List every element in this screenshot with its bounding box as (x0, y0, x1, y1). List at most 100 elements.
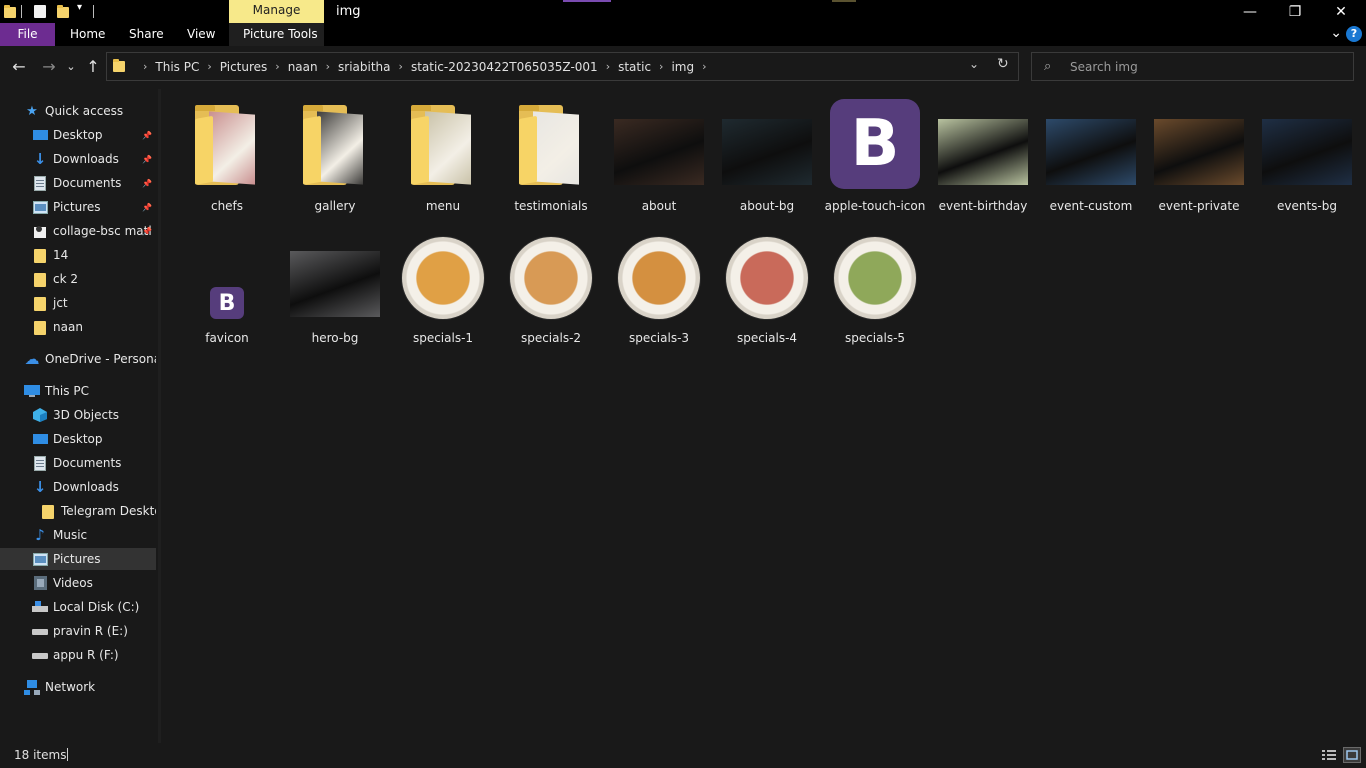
nav-network[interactable]: Network (0, 676, 156, 698)
forward-arrow-icon[interactable]: → (40, 56, 58, 78)
file-item[interactable]: menu (391, 95, 495, 221)
minimize-button[interactable]: — (1227, 0, 1273, 23)
pictures-icon (32, 199, 48, 215)
breadcrumb-item[interactable]: static-20230422T065035Z-001 (405, 60, 604, 74)
breadcrumb-item[interactable]: This PC (149, 60, 205, 74)
breadcrumb-item[interactable]: naan (282, 60, 324, 74)
large-icons-view-icon[interactable] (1343, 747, 1361, 763)
nav-qa-item[interactable]: 14 (0, 244, 156, 266)
file-item[interactable]: events-bg (1255, 95, 1359, 221)
nav-label: Pictures (53, 200, 101, 214)
pin-icon: 📌 (142, 202, 152, 212)
breadcrumb-separator-icon[interactable]: › (397, 60, 405, 73)
nav-qa-item[interactable]: ck 2 (0, 268, 156, 290)
file-item[interactable]: Bfavicon (175, 227, 279, 353)
details-view-icon[interactable] (1320, 747, 1338, 763)
file-item[interactable]: event-birthday (931, 95, 1035, 221)
breadcrumb-separator-icon[interactable]: › (324, 60, 332, 73)
nav-pc-item[interactable]: ↓ Downloads (0, 476, 156, 498)
close-button[interactable]: ✕ (1318, 0, 1364, 23)
file-item[interactable]: specials-3 (607, 227, 711, 353)
breadcrumb-separator-icon[interactable]: › (139, 60, 149, 73)
nav-label: Local Disk (C:) (53, 600, 140, 614)
nav-pc-item[interactable]: pravin R (E:) (0, 620, 156, 642)
nav-pc-item[interactable]: Pictures (0, 548, 156, 570)
file-view: chefs gallery menu testimonials about about-b… (161, 89, 1366, 743)
file-item[interactable]: specials-5 (823, 227, 927, 353)
nav-pc-item[interactable]: Local Disk (C:) (0, 596, 156, 618)
nav-pc-item[interactable]: Telegram Desktop (0, 500, 156, 522)
tab-view[interactable]: View (187, 23, 215, 46)
file-item[interactable]: about-bg (715, 95, 819, 221)
tab-picture-tools[interactable]: Picture Tools (243, 23, 318, 46)
nav-this-pc[interactable]: This PC (0, 380, 156, 402)
qat-separator (93, 5, 94, 18)
expand-ribbon-icon[interactable]: ⌄ (1330, 25, 1342, 41)
breadcrumb-separator-icon[interactable]: › (700, 60, 708, 73)
breadcrumb-item[interactable]: Pictures (214, 60, 274, 74)
back-arrow-icon[interactable]: ← (10, 56, 28, 78)
tab-file[interactable]: File (0, 23, 55, 46)
manage-tab[interactable]: Manage (229, 0, 324, 23)
nav-pc-item[interactable]: appu R (F:) (0, 644, 156, 666)
accent-mark (832, 0, 856, 2)
file-name: menu (425, 199, 461, 213)
nav-pc-item[interactable]: Documents (0, 452, 156, 474)
nav-onedrive[interactable]: ☁ OneDrive - Personal (0, 348, 157, 370)
folder-icon (32, 319, 48, 335)
nav-quick-access[interactable]: ★ Quick access (0, 100, 156, 122)
file-item[interactable]: specials-1 (391, 227, 495, 353)
folder-thumbnail-icon (180, 99, 274, 193)
customize-qat-icon[interactable]: ▾ (77, 2, 82, 19)
status-bar: 18 items (0, 743, 1366, 768)
nav-qa-item[interactable]: naan (0, 316, 156, 338)
nav-qa-item[interactable]: collage-bsc matl 📌 (0, 220, 156, 242)
breadcrumb-item[interactable]: sriabitha (332, 60, 397, 74)
file-item[interactable]: about (607, 95, 711, 221)
nav-qa-item[interactable]: ↓ Downloads 📌 (0, 148, 156, 170)
nav-qa-item[interactable]: jct (0, 292, 156, 314)
nav-pc-item[interactable]: 3D Objects (0, 404, 156, 426)
nav-label: ck 2 (53, 272, 78, 286)
nav-pc-item[interactable]: ♪ Music (0, 524, 156, 546)
tab-home[interactable]: Home (70, 23, 105, 46)
nav-qa-item[interactable]: Pictures 📌 (0, 196, 156, 218)
file-item[interactable]: event-private (1147, 95, 1251, 221)
file-item[interactable]: specials-4 (715, 227, 819, 353)
nav-pc-item[interactable]: Videos (0, 572, 156, 594)
file-item[interactable]: specials-2 (499, 227, 603, 353)
search-box[interactable]: ⌕ (1031, 52, 1354, 81)
new-folder-icon[interactable] (57, 3, 69, 20)
download-icon: ↓ (33, 478, 47, 496)
properties-icon[interactable] (34, 5, 46, 18)
breadcrumb-separator-icon[interactable]: › (604, 60, 612, 73)
refresh-icon[interactable]: ↻ (997, 56, 1009, 72)
tab-share[interactable]: Share (129, 23, 164, 46)
breadcrumb-item[interactable]: img (665, 60, 700, 74)
help-button[interactable]: ? (1346, 26, 1362, 42)
file-item[interactable]: hero-bg (283, 227, 387, 353)
nav-qa-item[interactable]: Desktop 📌 (0, 124, 156, 146)
breadcrumb-separator-icon[interactable]: › (205, 60, 213, 73)
nav-qa-item[interactable]: Documents 📌 (0, 172, 156, 194)
nav-pc-item[interactable]: Desktop (0, 428, 156, 450)
file-item[interactable]: event-custom (1039, 95, 1143, 221)
maximize-button[interactable]: ❐ (1272, 0, 1318, 23)
breadcrumb-separator-icon[interactable]: › (657, 60, 665, 73)
file-item[interactable]: gallery (283, 95, 387, 221)
address-bar[interactable]: › This PC › Pictures › naan › sriabitha › static-… (106, 52, 1019, 81)
address-dropdown-icon[interactable]: ⌄ (969, 57, 979, 71)
recent-locations-chevron-icon[interactable]: ⌄ (64, 56, 78, 78)
nav-label: Videos (53, 576, 93, 590)
file-item[interactable]: chefs (175, 95, 279, 221)
breadcrumb-item[interactable]: static (612, 60, 657, 74)
file-item[interactable]: Bapple-touch-icon (823, 95, 927, 221)
breadcrumb-separator-icon[interactable]: › (273, 60, 281, 73)
file-item[interactable]: testimonials (499, 95, 603, 221)
up-arrow-icon[interactable]: ↑ (84, 56, 102, 78)
search-input[interactable] (1070, 58, 1340, 75)
nav-label: Telegram Desktop (61, 504, 156, 518)
user-folder-icon (32, 223, 48, 239)
file-name: event-custom (1049, 199, 1133, 213)
folder-icon (32, 247, 48, 263)
